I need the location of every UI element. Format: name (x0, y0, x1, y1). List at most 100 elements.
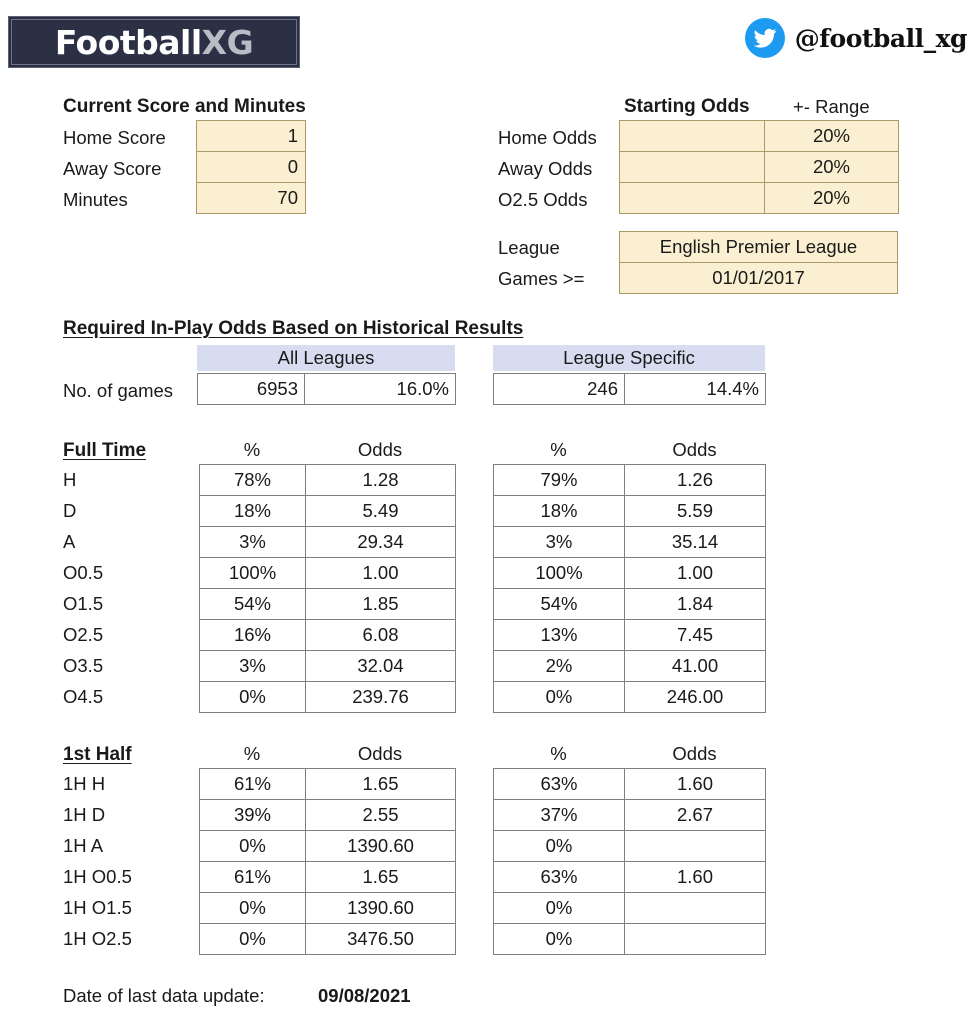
last-update-value: 09/08/2021 (318, 985, 411, 1006)
cell-odds: 1.84 (624, 588, 766, 620)
cell-percent: 37% (493, 799, 625, 831)
cell-odds: 3476.50 (305, 923, 456, 955)
table-row: 0% (493, 892, 766, 924)
away-score-input[interactable]: 0 (196, 151, 306, 183)
o25-odds-range-input[interactable]: 20% (764, 182, 899, 214)
away-odds-input[interactable] (619, 151, 765, 183)
row-label: O2.5 (63, 624, 104, 645)
first-half-row-labels: 1H H 1H D 1H A 1H O0.5 1H O1.5 1H O2.5 (63, 768, 132, 954)
league-select[interactable]: English Premier League (619, 231, 898, 263)
table-row: 39% 2.55 (199, 799, 456, 831)
full-time-all-leagues-table: 78% 1.28 18% 5.49 3% 29.34 100% 1.00 54% 1.85 16% 6… (199, 464, 456, 713)
all-leagues-band: All Leagues (197, 345, 455, 371)
cell-percent: 13% (493, 619, 625, 651)
league-specific-games-pct: 14.4% (624, 373, 766, 405)
table-row: 100% 1.00 (493, 557, 766, 589)
table-row: 0% 239.76 (199, 681, 456, 713)
row-label: 1H A (63, 835, 104, 856)
current-score-inputs: 1 0 70 (196, 120, 306, 214)
games-since-label: Games >= (498, 268, 585, 289)
logo-word-football: Football (54, 22, 202, 62)
cell-odds: 1390.60 (305, 830, 456, 862)
row-label: 1H D (63, 804, 106, 825)
cell-percent: 63% (493, 861, 625, 893)
row-label: 1H O0.5 (63, 866, 132, 887)
football-xg-logo: FootballXG (8, 16, 300, 68)
cell-odds: 29.34 (305, 526, 456, 558)
cell-odds: 1.28 (305, 464, 456, 496)
table-row: 0% 1390.60 (199, 830, 456, 862)
row-label: O3.5 (63, 655, 104, 676)
no-of-games-label: No. of games (63, 380, 174, 401)
cell-odds: 5.59 (624, 495, 766, 527)
table-row: English Premier League (619, 231, 898, 263)
table-body: 78% 1.28 18% 5.49 3% 29.34 100% 1.00 54% 1.85 16% 6… (199, 464, 456, 713)
row-label: O0.5 (63, 562, 104, 583)
starting-odds-inputs: 20% 20% 20% (619, 120, 899, 214)
fh-all-odds-header: Odds (357, 743, 403, 764)
table-row: 79% 1.26 (493, 464, 766, 496)
home-odds-input[interactable] (619, 120, 765, 152)
table-row: 20% (619, 151, 899, 183)
full-time-row-labels: H D A O0.5 O1.5 O2.5 O3.5 O4.5 (63, 464, 103, 712)
cell-percent: 78% (199, 464, 306, 496)
away-odds-range-input[interactable]: 20% (764, 151, 899, 183)
games-since-date-input[interactable]: 01/01/2017 (619, 262, 898, 294)
home-score-label: Home Score (63, 127, 166, 148)
twitter-link[interactable]: @football_xg (744, 18, 968, 58)
home-score-input[interactable]: 1 (196, 120, 306, 152)
cell-odds: 1.60 (624, 768, 766, 800)
table-row: 54% 1.85 (199, 588, 456, 620)
cell-percent: 54% (199, 588, 306, 620)
twitter-handle[interactable]: @football_xg (795, 24, 968, 53)
home-odds-range-input[interactable]: 20% (764, 120, 899, 152)
cell-percent: 54% (493, 588, 625, 620)
cell-odds: 1.00 (624, 557, 766, 589)
cell-odds: 1.85 (305, 588, 456, 620)
full-time-title: Full Time (63, 440, 147, 461)
cell-percent: 0% (493, 830, 625, 862)
league-label: League (498, 237, 560, 258)
full-time-league-specific-table: 79% 1.26 18% 5.59 3% 35.14 100% 1.00 54% 1.84 13% 7… (493, 464, 766, 713)
table-row: 246 14.4% (493, 373, 766, 405)
cell-percent: 100% (199, 557, 306, 589)
table-row: 61% 1.65 (199, 861, 456, 893)
away-odds-label: Away Odds (498, 158, 593, 179)
cell-odds: 1.65 (305, 861, 456, 893)
cell-percent: 79% (493, 464, 625, 496)
cell-odds: 35.14 (624, 526, 766, 558)
ft-all-pct-header: % (243, 439, 261, 460)
ft-ls-odds-header: Odds (672, 439, 717, 460)
ft-all-odds-header: Odds (357, 439, 403, 460)
table-row: 0 (196, 151, 306, 183)
cell-percent: 18% (493, 495, 625, 527)
table-row: 18% 5.49 (199, 495, 456, 527)
cell-odds: 246.00 (624, 681, 766, 713)
range-subtitle: +- Range (793, 96, 870, 117)
table-body: 63% 1.60 37% 2.67 0% 63% 1.60 0% 0% (493, 768, 766, 955)
o25-odds-label: O2.5 Odds (498, 189, 588, 210)
table-row: 78% 1.28 (199, 464, 456, 496)
first-half-all-leagues-table: 61% 1.65 39% 2.55 0% 1390.60 61% 1.65 0% 1390.60 0… (199, 768, 456, 955)
cell-percent: 39% (199, 799, 306, 831)
away-score-label: Away Score (63, 158, 162, 179)
first-half-league-specific-table: 63% 1.60 37% 2.67 0% 63% 1.60 0% 0% (493, 768, 766, 955)
cell-percent: 0% (199, 681, 306, 713)
cell-odds: 1.00 (305, 557, 456, 589)
twitter-icon[interactable] (744, 18, 785, 58)
table-row: 0% 1390.60 (199, 892, 456, 924)
all-leagues-games-pct: 16.0% (304, 373, 456, 405)
o25-odds-input[interactable] (619, 182, 765, 214)
table-row: 2% 41.00 (493, 650, 766, 682)
home-odds-label: Home Odds (498, 127, 597, 148)
ft-ls-pct-header: % (550, 439, 567, 460)
table-row: 3% 35.14 (493, 526, 766, 558)
cell-odds: 6.08 (305, 619, 456, 651)
cell-percent: 18% (199, 495, 306, 527)
minutes-input[interactable]: 70 (196, 182, 306, 214)
league-specific-games-table: 246 14.4% (493, 373, 766, 405)
table-row: 20% (619, 120, 899, 152)
cell-odds: 7.45 (624, 619, 766, 651)
table-row: 6953 16.0% (197, 373, 456, 405)
table-row: 70 (196, 182, 306, 214)
